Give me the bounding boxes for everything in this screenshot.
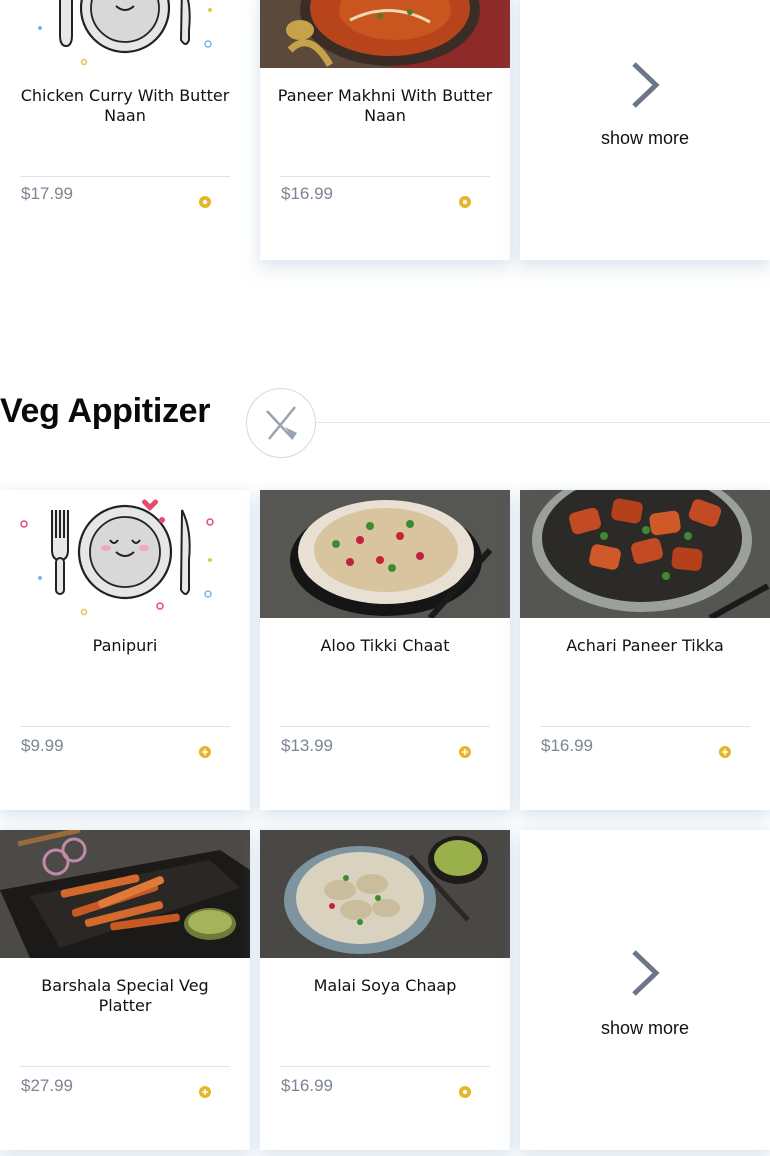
fork-knife-icon: [246, 388, 316, 458]
add-to-cart-icon[interactable]: [718, 745, 732, 759]
dish-image: [260, 490, 510, 618]
dish-price: $13.99: [281, 736, 333, 755]
divider: [540, 726, 750, 727]
dish-price: $16.99: [541, 736, 593, 755]
dish-price: $9.99: [21, 736, 64, 755]
section-divider: [316, 422, 770, 423]
chevron-right-icon: [632, 62, 660, 108]
dish-name: Achari Paneer Tikka: [566, 636, 724, 655]
dish-name: Malai Soya Chaap: [313, 976, 457, 995]
dish-image: [0, 830, 250, 958]
add-to-cart-icon[interactable]: [198, 195, 212, 209]
dish-image: [520, 490, 770, 618]
add-to-cart-icon[interactable]: [198, 745, 212, 759]
dish-price: $27.99: [21, 1076, 73, 1095]
menu-card[interactable]: Malai Soya Chaap $16.99: [260, 830, 510, 1150]
dish-name: Paneer Makhni With Butter Naan: [277, 86, 493, 125]
dish-price: $17.99: [21, 184, 73, 203]
divider: [20, 176, 230, 177]
show-more-label: show more: [600, 128, 690, 148]
chevron-right-icon: [632, 950, 660, 996]
dish-name: Panipuri: [92, 636, 158, 655]
dish-image: [260, 0, 510, 68]
divider: [280, 176, 490, 177]
add-to-cart-icon[interactable]: [458, 745, 472, 759]
dish-image: [260, 830, 510, 958]
show-more-card[interactable]: show more: [520, 0, 770, 260]
dish-name: Chicken Curry With Butter Naan: [20, 86, 230, 125]
section-title: Veg Appitizer: [0, 392, 211, 430]
menu-card[interactable]: Panipuri $9.99: [0, 490, 250, 810]
menu-card[interactable]: Chicken Curry With Butter Naan $17.99: [0, 0, 250, 260]
divider: [280, 726, 490, 727]
add-to-cart-icon[interactable]: [458, 1085, 472, 1099]
menu-card[interactable]: Paneer Makhni With Butter Naan $16.99: [260, 0, 510, 260]
dish-image: [0, 490, 250, 618]
show-more-label: show more: [600, 1018, 690, 1038]
menu-card[interactable]: Aloo Tikki Chaat $13.99: [260, 490, 510, 810]
dish-name: Barshala Special Veg Platter: [41, 976, 209, 1015]
divider: [280, 1066, 490, 1067]
show-more-card[interactable]: show more: [520, 830, 770, 1150]
dish-price: $16.99: [281, 1076, 333, 1095]
dish-price: $16.99: [281, 184, 333, 203]
add-to-cart-icon[interactable]: [198, 1085, 212, 1099]
menu-card[interactable]: Achari Paneer Tikka $16.99: [520, 490, 770, 810]
dish-image: [0, 0, 250, 68]
dish-name: Aloo Tikki Chaat: [320, 636, 450, 655]
menu-card[interactable]: Barshala Special Veg Platter $27.99: [0, 830, 250, 1150]
add-to-cart-icon[interactable]: [458, 195, 472, 209]
divider: [20, 1066, 230, 1067]
divider: [20, 726, 230, 727]
